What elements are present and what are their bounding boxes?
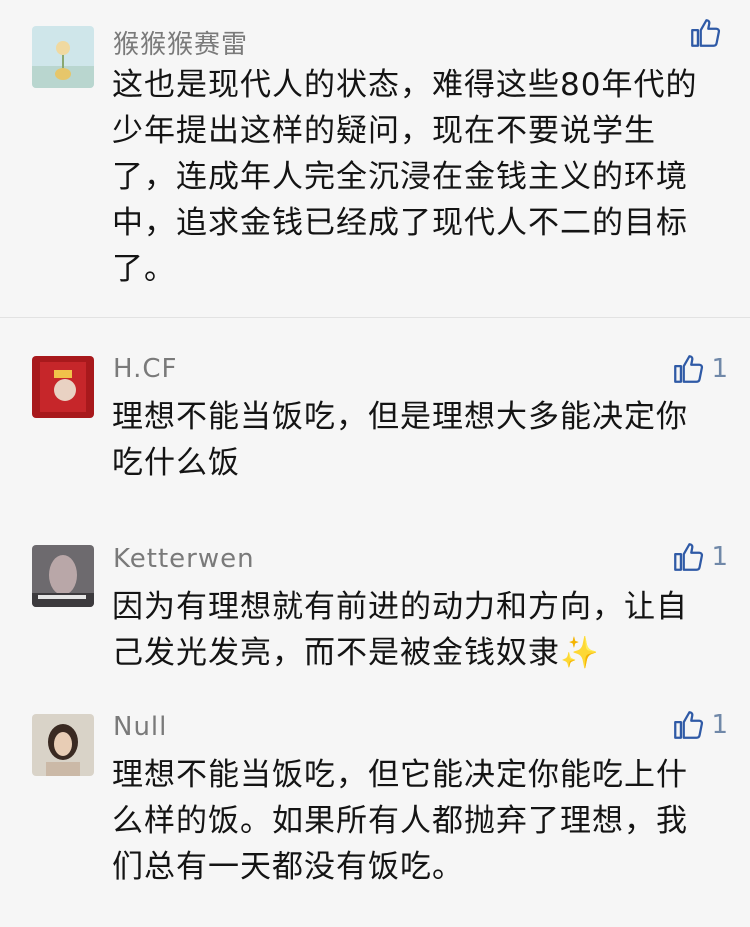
avatar[interactable] <box>32 714 94 776</box>
like-button[interactable]: 1 <box>671 540 728 574</box>
like-button[interactable]: 1 <box>671 708 728 742</box>
comment-text: 理想不能当饭吃，但是理想大多能决定你吃什么饭 <box>112 399 688 481</box>
thumbs-up-icon <box>691 19 721 47</box>
comment-author[interactable]: Ketterwen <box>113 544 255 574</box>
divider <box>0 317 750 318</box>
avatar[interactable] <box>32 26 94 88</box>
thumbs-up-icon <box>674 543 704 571</box>
comment-text: 因为有理想就有前进的动力和方向，让自己发光发亮，而不是被金钱奴隶✨ <box>112 589 688 671</box>
like-count: 1 <box>711 710 728 740</box>
comment-text: 这也是现代人的状态，难得这些80年代的少年提出这样的疑问，现在不要说学生了，连成… <box>112 67 698 287</box>
thumbs-up-icon <box>674 711 704 739</box>
comment-text: 理想不能当饭吃，但它能决定你能吃上什么样的饭。如果所有人都抛弃了理想，我们总有一… <box>112 757 688 885</box>
comment-author[interactable]: Null <box>113 712 167 742</box>
comment-author[interactable]: 猴猴猴赛雷 <box>113 24 248 61</box>
like-count: 1 <box>711 354 728 384</box>
avatar[interactable] <box>32 545 94 607</box>
thumbs-up-icon <box>674 355 704 383</box>
like-button[interactable] <box>688 16 728 50</box>
like-button[interactable]: 1 <box>671 352 728 386</box>
comment-author[interactable]: H.CF <box>113 354 177 384</box>
avatar[interactable] <box>32 356 94 418</box>
like-count: 1 <box>711 542 728 572</box>
